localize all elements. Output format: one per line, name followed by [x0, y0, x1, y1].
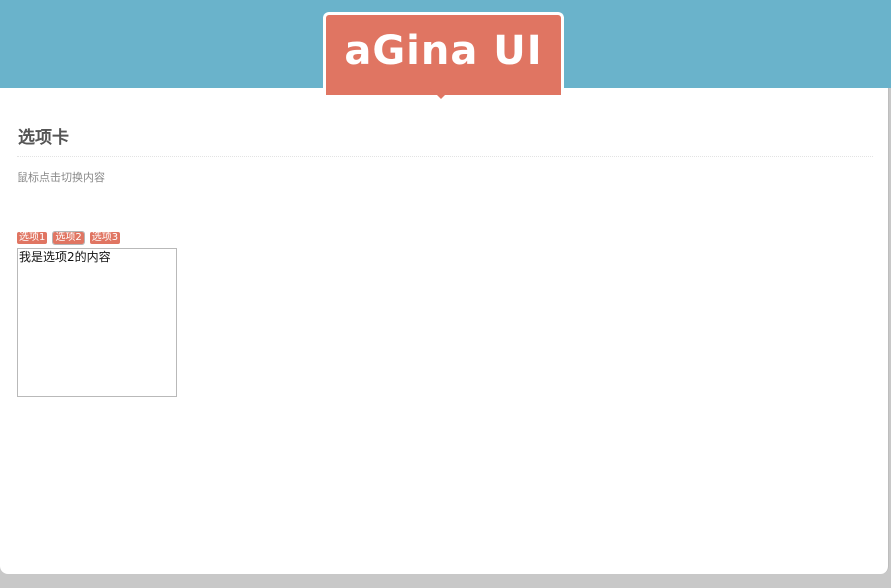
tab-option-3[interactable]: 选项3 — [89, 232, 121, 244]
section-title: 选项卡 — [18, 128, 69, 148]
logo-pointer-arrow — [430, 88, 452, 99]
logo-text: aGina UI — [344, 28, 543, 74]
section-description: 鼠标点击切换内容 — [17, 171, 105, 184]
tab-option-1[interactable]: 选项1 — [17, 232, 48, 244]
logo[interactable]: aGina UI — [323, 12, 564, 95]
section-divider — [17, 156, 873, 157]
tab-bar: 选项1 选项2 选项3 — [17, 231, 121, 245]
tab-content-panel: 我是选项2的内容 — [17, 248, 177, 397]
tab-option-2[interactable]: 选项2 — [52, 231, 85, 245]
